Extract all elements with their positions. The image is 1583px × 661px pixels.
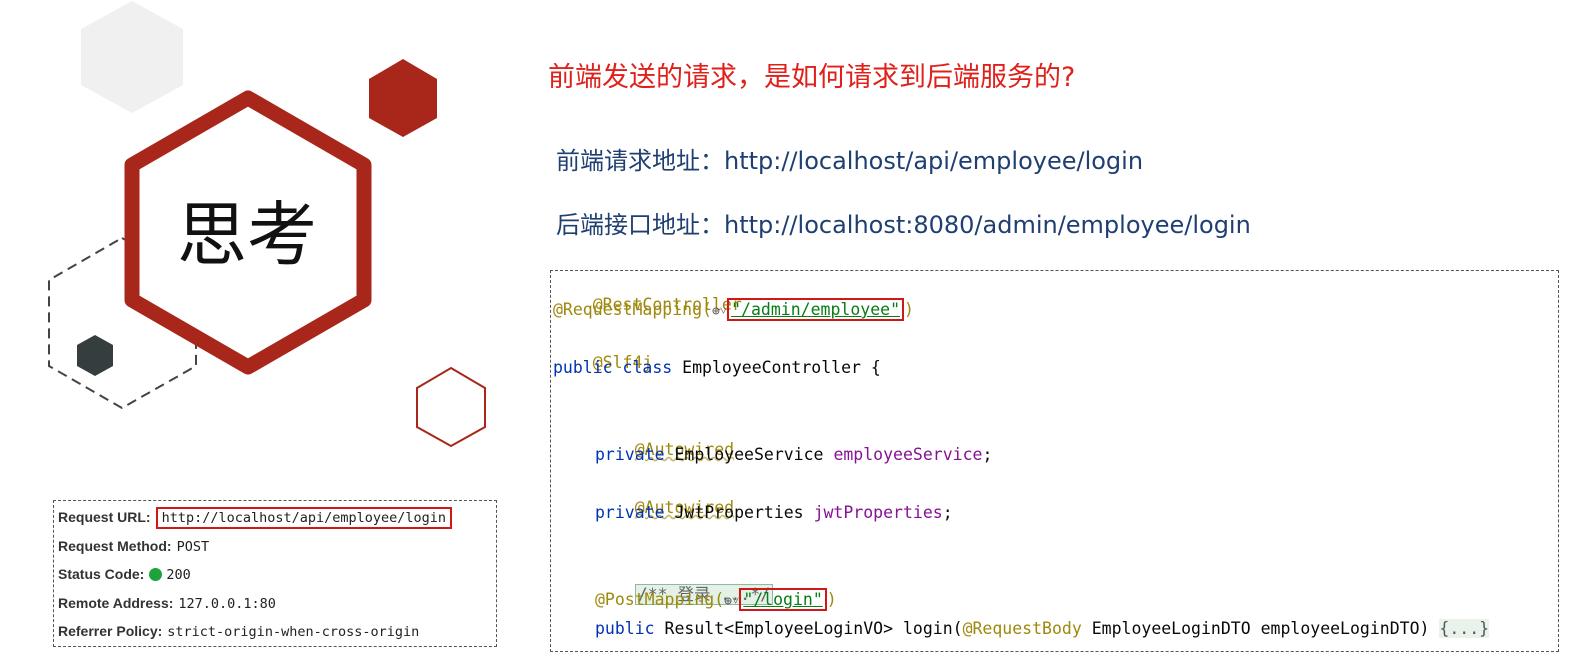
dark-hexagon bbox=[77, 335, 113, 376]
private-keyword: private bbox=[595, 445, 665, 464]
request-url-value: http://localhost/api/employee/login bbox=[155, 507, 453, 529]
back-address: 后端接口地址：http://localhost:8080/admin/emplo… bbox=[556, 211, 1251, 239]
status-code-label: Status Code: bbox=[58, 566, 145, 582]
request-method-label: Request Method: bbox=[58, 538, 172, 554]
code-line-2: @RequestMapping(⊕˅ "/admin/employee") bbox=[553, 298, 914, 322]
request-info-panel: Request URL: http://localhost/api/employe… bbox=[53, 500, 497, 647]
class-name: EmployeeController { bbox=[672, 358, 881, 377]
globe-icon[interactable]: ⊕˅ bbox=[724, 594, 739, 609]
request-url-row: Request URL: http://localhost/api/employe… bbox=[58, 504, 453, 530]
code-line-5: @Autowired bbox=[595, 414, 734, 459]
globe-icon[interactable]: ⊕˅ bbox=[712, 304, 727, 319]
referrer-policy-value: strict-origin-when-cross-origin bbox=[167, 624, 420, 640]
code-line-9: /** 登录 ...*/ bbox=[595, 559, 774, 605]
referrer-policy-label: Referrer Policy: bbox=[58, 623, 163, 639]
login-path[interactable]: "/login" bbox=[743, 590, 822, 609]
small-red-hexagon bbox=[369, 59, 437, 137]
status-code-row: Status Code: 200 bbox=[58, 561, 191, 587]
request-body-annotation: @RequestBody bbox=[962, 619, 1082, 638]
request-method-row: Request Method: POST bbox=[58, 533, 209, 559]
question-heading: 前端发送的请求，是如何请求到后端服务的? bbox=[548, 62, 1076, 93]
login-path-highlight: "/login" bbox=[739, 588, 827, 611]
jwt-properties-field: jwtProperties bbox=[813, 503, 943, 522]
field-type: EmployeeService bbox=[664, 445, 834, 464]
request-mapping-close: ) bbox=[904, 300, 914, 319]
code-line-11: public Result<EmployeeLoginVO> login(@Re… bbox=[595, 617, 1490, 641]
request-method-value: POST bbox=[176, 539, 210, 555]
request-url-label: Request URL: bbox=[58, 509, 151, 525]
login-signature: Result<EmployeeLoginVO> login( bbox=[654, 619, 963, 638]
code-line-1: @RestController bbox=[553, 271, 742, 314]
employee-service-field: employeeService bbox=[833, 445, 983, 464]
front-address: 前端请求地址：http://localhost/api/employee/log… bbox=[556, 147, 1144, 175]
code-panel: @RestController @RequestMapping(⊕˅ "/admi… bbox=[550, 270, 1559, 652]
remote-address-row: Remote Address: 127.0.0.1:80 bbox=[58, 590, 276, 616]
post-mapping-close: ) bbox=[826, 590, 837, 609]
request-mapping-annotation: @RequestMapping( bbox=[553, 300, 712, 319]
green-status-dot-icon bbox=[149, 568, 163, 581]
code-line-10: @PostMapping(⊕˅ "/login") bbox=[595, 588, 837, 612]
code-line-6: private EmployeeService employeeService; bbox=[595, 443, 992, 467]
outline-red-hexagon bbox=[416, 366, 486, 448]
code-line-4: public class EmployeeController { bbox=[553, 356, 881, 380]
think-title: 思考 bbox=[177, 194, 317, 276]
code-line-3: @Slf4j bbox=[553, 327, 653, 372]
public-keyword: public bbox=[595, 619, 655, 638]
mapping-path-highlight: "/admin/employee" bbox=[727, 298, 905, 321]
remote-address-value: 127.0.0.1:80 bbox=[178, 596, 276, 612]
code-line-8: private JwtProperties jwtProperties; bbox=[595, 501, 953, 525]
status-code-value: 200 bbox=[166, 567, 191, 583]
admin-employee-path[interactable]: "/admin/employee" bbox=[731, 300, 900, 319]
class-keyword: public class bbox=[553, 358, 673, 377]
code-line-7: @Autowired bbox=[595, 472, 734, 517]
field-type: JwtProperties bbox=[664, 503, 814, 522]
remote-address-label: Remote Address: bbox=[58, 595, 174, 611]
login-params: EmployeeLoginDTO employeeLoginDTO) bbox=[1081, 619, 1440, 638]
folded-body[interactable]: {...} bbox=[1439, 619, 1490, 638]
referrer-policy-row: Referrer Policy: strict-origin-when-cross… bbox=[58, 618, 419, 644]
private-keyword: private bbox=[595, 503, 665, 522]
semicolon: ; bbox=[982, 445, 993, 464]
gray-hexagon bbox=[81, 1, 183, 113]
semicolon: ; bbox=[942, 503, 953, 522]
post-mapping-annotation: @PostMapping( bbox=[595, 590, 725, 609]
